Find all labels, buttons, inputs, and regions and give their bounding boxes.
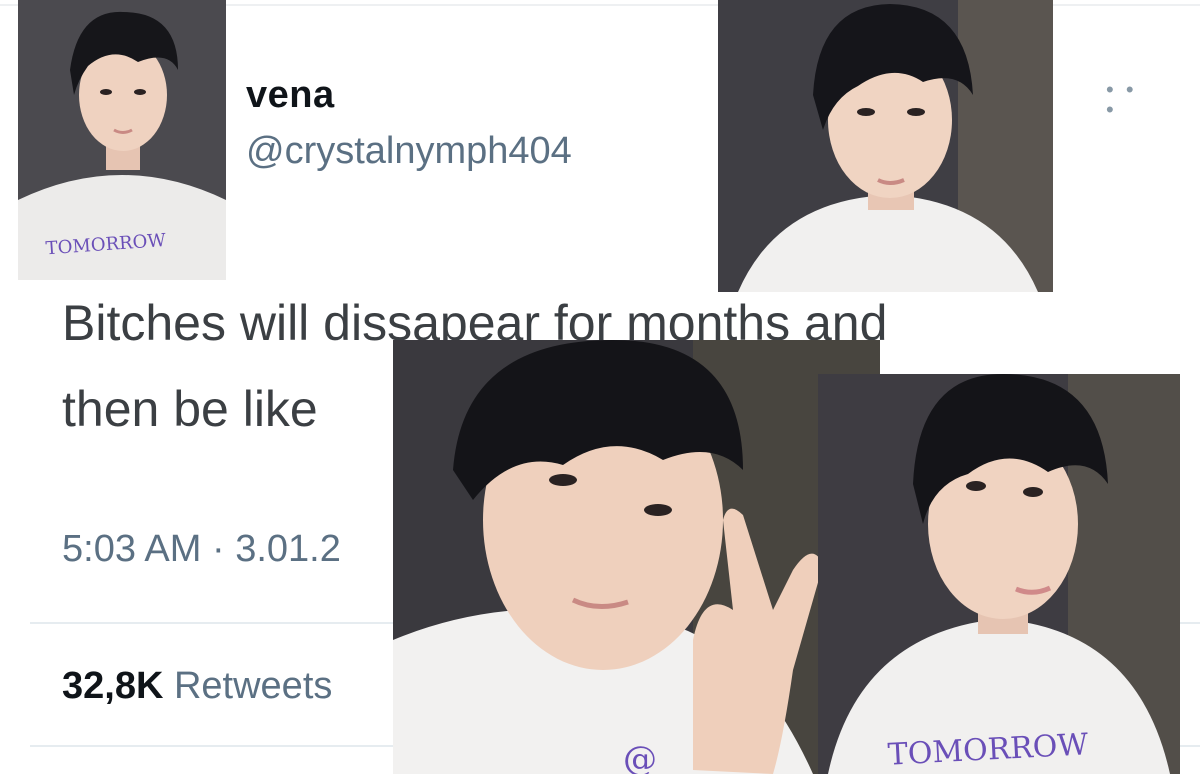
selfie-photo-4: TOMORROW	[818, 374, 1180, 774]
retweet-count: 32,8K	[62, 665, 164, 707]
user-handle[interactable]: @crystalnymph404	[246, 130, 572, 173]
svg-text:@: @	[623, 739, 657, 774]
selfie-photo-1: TOMORROW	[18, 0, 226, 280]
more-horizontal-icon[interactable]: • • •	[1106, 79, 1154, 121]
tweet-timestamp[interactable]: 5:03 AM · 3.01.2	[62, 528, 341, 571]
display-name[interactable]: vena	[246, 74, 335, 117]
selfie-photo-2	[718, 0, 1053, 292]
retweet-label: Retweets	[173, 665, 333, 707]
retweet-stats[interactable]: 32,8K Retweets	[62, 665, 332, 708]
selfie-photo-3: @	[393, 340, 880, 774]
